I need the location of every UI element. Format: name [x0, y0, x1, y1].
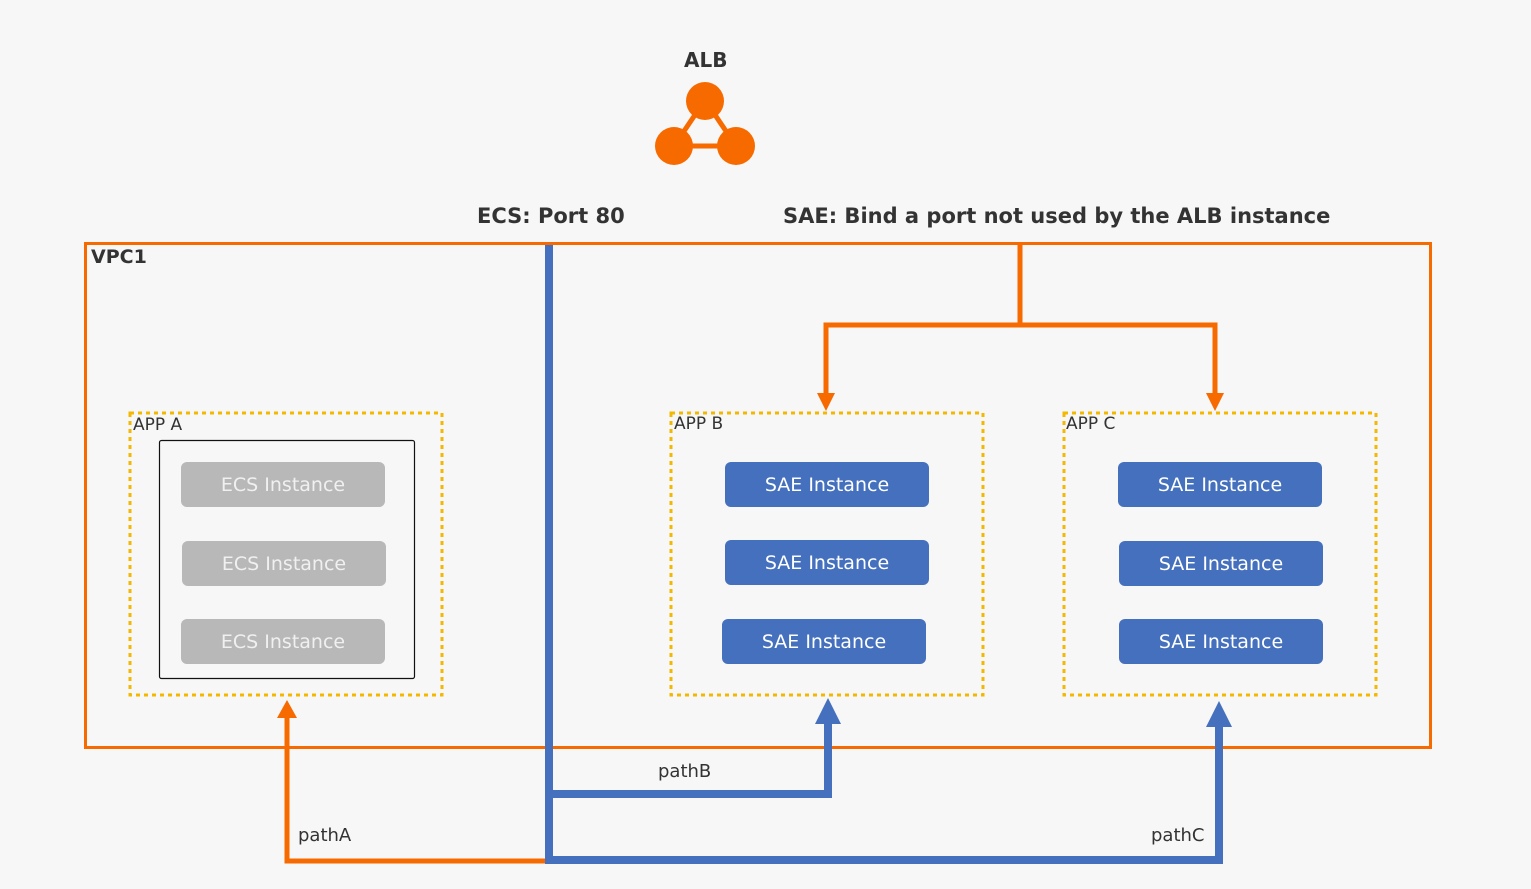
- sae-port-annotation: SAE: Bind a port not used by the ALB ins…: [783, 204, 1331, 228]
- path-b-label: pathB: [658, 761, 712, 782]
- vpc-label: VPC1: [91, 246, 147, 268]
- alb-load-balancer-icon: [655, 82, 755, 165]
- ecs-instance[interactable]: ECS Instance: [181, 619, 385, 664]
- sae-instance[interactable]: SAE Instance: [725, 540, 929, 585]
- path-a-label: pathA: [298, 825, 352, 846]
- arrow-to-app-c: [1206, 393, 1224, 411]
- path-b-arrowhead: [815, 698, 841, 724]
- alb-title: ALB: [684, 48, 728, 72]
- ecs-port-annotation: ECS: Port 80: [477, 204, 625, 228]
- ecs-instance[interactable]: ECS Instance: [182, 541, 386, 586]
- sae-instance[interactable]: SAE Instance: [1119, 541, 1323, 586]
- sae-instance[interactable]: SAE Instance: [1118, 462, 1322, 507]
- arrow-to-app-b: [817, 393, 835, 411]
- path-c-label: pathC: [1151, 825, 1205, 846]
- sae-instance[interactable]: SAE Instance: [725, 462, 929, 507]
- path-b-line: [549, 720, 832, 798]
- app-b-label: APP B: [674, 414, 724, 434]
- app-c-label: APP C: [1066, 414, 1116, 434]
- app-a-label: APP A: [133, 415, 183, 435]
- ecs-instance[interactable]: ECS Instance: [181, 462, 385, 507]
- path-c-arrowhead: [1206, 701, 1232, 727]
- sae-instance[interactable]: SAE Instance: [722, 619, 926, 664]
- sae-branch-connector: [823, 245, 1218, 395]
- path-a-arrowhead: [277, 700, 297, 718]
- sae-instance[interactable]: SAE Instance: [1119, 619, 1323, 664]
- diagram-canvas: [84, 82, 1432, 864]
